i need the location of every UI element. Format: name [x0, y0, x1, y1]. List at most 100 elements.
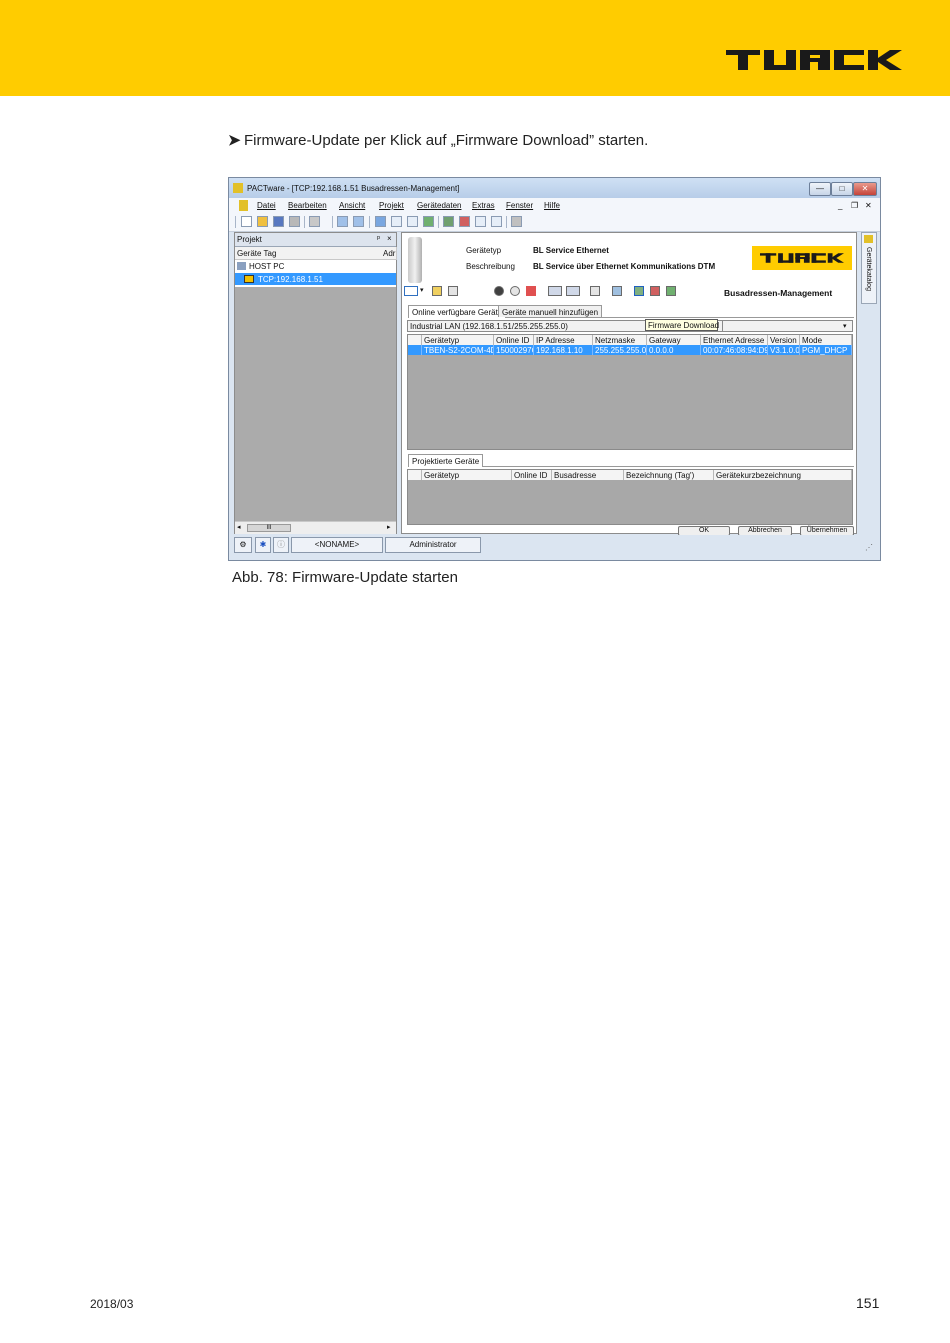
parameter-icon[interactable]	[375, 216, 386, 227]
new-icon[interactable]	[241, 216, 252, 227]
dropdown-arrow-icon[interactable]: ▾	[420, 286, 424, 294]
header-cell[interactable]: Bezeichnung (Tag')	[624, 470, 714, 480]
add-device-icon[interactable]	[443, 216, 454, 227]
header-cell-select	[408, 335, 422, 345]
help-icon[interactable]	[432, 286, 442, 296]
header-cell[interactable]: Busadresse	[552, 470, 624, 480]
toolbar-separator	[332, 216, 333, 228]
section-title: Busadressen-Management	[724, 288, 833, 298]
network-dropdown-icon[interactable]: ▾	[843, 322, 847, 330]
header-cell[interactable]: Version	[768, 335, 800, 345]
device-catalog-tab[interactable]: Gerätekatalog	[861, 232, 877, 304]
scroll-left-icon[interactable]: ◂	[237, 523, 241, 531]
close-button[interactable]: ✕	[853, 182, 877, 196]
online-devices-table: Gerätetyp Online ID IP Adresse Netzmaske…	[407, 334, 853, 450]
print-icon[interactable]	[289, 216, 300, 227]
save-icon[interactable]	[273, 216, 284, 227]
turck-logo-small	[760, 253, 844, 263]
project-tabs: Projektierte Geräte	[408, 454, 854, 467]
open-icon[interactable]	[257, 216, 268, 227]
device-image	[408, 237, 422, 283]
header-cell[interactable]: IP Adresse	[534, 335, 593, 345]
table-header: Gerätetyp Online ID IP Adresse Netzmaske…	[408, 335, 852, 345]
tab-add-manually[interactable]: Geräte manuell hinzufügen	[498, 305, 603, 317]
table-cell: 192.168.1.10	[534, 345, 593, 355]
connect-icon[interactable]	[337, 216, 348, 227]
menu-bearbeiten[interactable]: Bearbeiten	[288, 201, 327, 210]
table-cell: 255.255.255.0	[595, 345, 647, 355]
table-cell: 0.0.0.0	[647, 345, 701, 355]
row-select-cell[interactable]	[408, 345, 422, 355]
menu-geraetedaten[interactable]: Gerätedaten	[417, 201, 461, 210]
mdi-minimize-button[interactable]: _	[838, 201, 842, 210]
topology-icon[interactable]	[491, 216, 502, 227]
upload-icon[interactable]	[612, 286, 622, 296]
col-header-addr[interactable]: Adr	[381, 247, 397, 260]
scroll-thumb[interactable]: III	[247, 524, 291, 532]
asterisk-icon[interactable]: ✱	[255, 537, 271, 553]
catalog-tab-icon	[864, 235, 873, 243]
tree-item-tcp[interactable]: TCP:192.168.1.51	[235, 273, 396, 285]
header-cell[interactable]: Ethernet Adresse	[701, 335, 768, 345]
flash-icon[interactable]	[526, 286, 536, 296]
pactware-window: PACTware - [TCP:192.168.1.51 Busadressen…	[228, 177, 881, 561]
firmware-download-tooltip: Firmware Download	[645, 319, 719, 331]
panel-close-icon[interactable]: ×	[387, 234, 392, 243]
remove-icon[interactable]	[650, 286, 660, 296]
info-icon[interactable]: ⓘ	[273, 537, 289, 553]
ip-change-icon[interactable]	[566, 286, 580, 296]
store-icon[interactable]	[407, 216, 418, 227]
toolbar-separator	[438, 216, 439, 228]
maximize-button[interactable]: □	[831, 182, 853, 196]
step-text: Firmware-Update per Klick auf „Firmware …	[244, 132, 649, 149]
menu-ansicht[interactable]: Ansicht	[339, 201, 365, 210]
header-cell[interactable]: Gerätekurzbezeichnung	[714, 470, 852, 480]
reset-icon[interactable]	[590, 286, 600, 296]
menu-extras[interactable]: Extras	[472, 201, 495, 210]
add-icon[interactable]	[666, 286, 676, 296]
header-cell[interactable]: Gerätetyp	[422, 470, 512, 480]
catalog-icon[interactable]	[511, 216, 522, 227]
table-cell: V3.1.0.0	[770, 345, 800, 355]
beschreibung-label: Beschreibung	[466, 262, 515, 271]
firmware-download-icon[interactable]	[634, 286, 644, 296]
projected-devices-table: Gerätetyp Online ID Busadresse Bezeichnu…	[407, 469, 853, 525]
pin-icon[interactable]: ᵖ	[377, 234, 380, 243]
menu-datei[interactable]: Datei	[257, 201, 276, 210]
menu-fenster[interactable]: Fenster	[506, 201, 533, 210]
load-icon[interactable]	[391, 216, 402, 227]
search-icon[interactable]	[510, 286, 520, 296]
eye-icon[interactable]	[494, 286, 504, 296]
copy-icon[interactable]	[309, 216, 320, 227]
measure-icon[interactable]	[423, 216, 434, 227]
header-cell[interactable]: Gateway	[647, 335, 701, 345]
device-tabs: Online verfügbare Geräte Geräte manuell …	[408, 305, 854, 318]
menu-hilfe[interactable]: Hilfe	[544, 201, 560, 210]
header-cell[interactable]: Online ID	[512, 470, 552, 480]
network-select[interactable]: Industrial LAN (192.168.1.51/255.255.255…	[407, 320, 853, 332]
disconnect-icon[interactable]	[353, 216, 364, 227]
ip-icon[interactable]	[548, 286, 562, 296]
mdi-close-button[interactable]: ✕	[865, 201, 872, 210]
col-header-tag[interactable]: Geräte Tag	[235, 247, 382, 260]
table-row[interactable]: TBEN-S2-2COM-4DX 15000297C 192.168.1.10 …	[408, 345, 852, 355]
header-cell[interactable]: Online ID	[494, 335, 534, 345]
mdi-restore-button[interactable]: ❐	[851, 201, 858, 210]
tab-online-devices[interactable]: Online verfügbare Geräte	[408, 305, 507, 318]
header-cell[interactable]: Mode	[800, 335, 852, 345]
tab-projected-devices[interactable]: Projektierte Geräte	[408, 454, 484, 467]
properties-icon[interactable]	[448, 286, 458, 296]
minimize-button[interactable]: —	[809, 182, 831, 196]
view-icon[interactable]	[404, 286, 418, 296]
resize-grip-icon[interactable]: ⋰	[865, 543, 873, 552]
header-cell[interactable]: Gerätetyp	[422, 335, 494, 345]
settings-icon[interactable]: ⚙	[234, 537, 252, 553]
scan-icon[interactable]	[475, 216, 486, 227]
scroll-right-icon[interactable]: ▸	[387, 523, 391, 531]
table-cell: PGM_DHCP	[800, 345, 852, 355]
remove-device-icon[interactable]	[459, 216, 470, 227]
menu-projekt[interactable]: Projekt	[379, 201, 404, 210]
tree-item-host[interactable]: HOST PC	[235, 260, 396, 272]
project-hscrollbar[interactable]: ◂ III ▸	[235, 521, 396, 534]
header-cell[interactable]: Netzmaske	[593, 335, 647, 345]
